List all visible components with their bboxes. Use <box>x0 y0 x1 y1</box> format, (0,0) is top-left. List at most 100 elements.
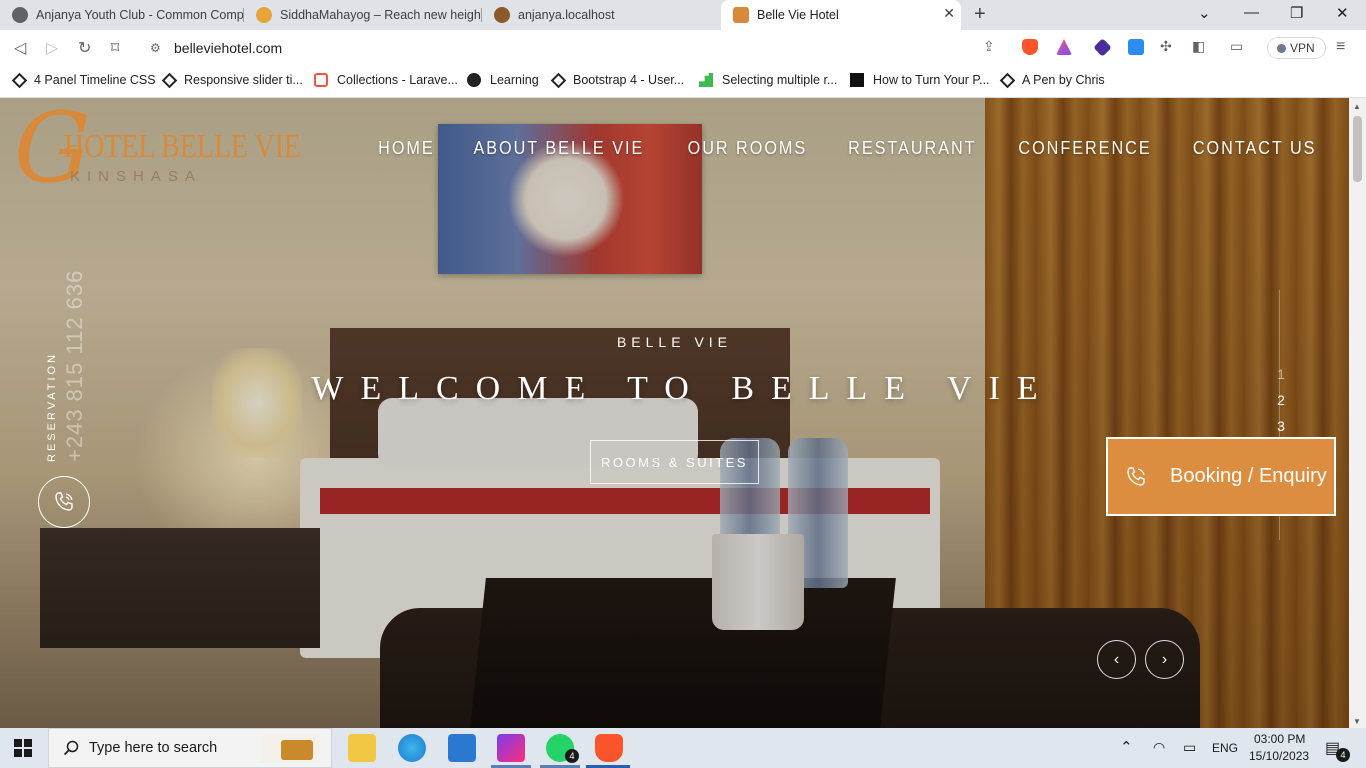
codepen-icon <box>550 72 567 88</box>
chevron-right-icon: › <box>1161 650 1168 668</box>
extensions-puzzle-icon[interactable]: ✣ <box>1160 38 1172 55</box>
menu-icon[interactable]: ≡ <box>1336 38 1345 56</box>
stackoverflow-icon <box>699 73 713 87</box>
minimize-icon[interactable]: — <box>1244 4 1259 21</box>
phpstorm-icon[interactable] <box>497 734 525 762</box>
hero-title: WELCOME TO BELLE VIE <box>311 370 1055 407</box>
tab-close-icon[interactable]: ✕ <box>943 5 955 22</box>
phone-icon <box>55 492 73 511</box>
laravel-icon <box>314 73 328 87</box>
clock-time[interactable]: 03:00 PM <box>1254 732 1305 746</box>
tab-search-chevron-icon[interactable]: ⌄ <box>1198 4 1211 22</box>
booking-label: Booking / Enquiry <box>1170 465 1327 487</box>
brave-rewards-icon[interactable] <box>1056 39 1072 55</box>
nav-conference[interactable]: CONFERENCE <box>1018 138 1151 159</box>
slider-next-button[interactable]: › <box>1145 640 1184 679</box>
scroll-down-icon[interactable]: ▼ <box>1353 717 1361 726</box>
sidebar-icon[interactable]: ◧ <box>1192 38 1205 55</box>
learning-icon <box>467 73 481 87</box>
phone-icon <box>1122 463 1150 491</box>
codepen-icon <box>161 72 178 88</box>
extension-fi-icon[interactable] <box>1128 39 1144 55</box>
medium-icon <box>850 73 864 87</box>
vpn-button[interactable]: VPN <box>1267 37 1326 59</box>
bookmark-item[interactable]: Bootstrap 4 - User... <box>550 72 684 88</box>
anjanya-icon <box>494 7 510 23</box>
tab-siddhamahayog[interactable]: SiddhaMahayog – Reach new heights <box>244 0 482 30</box>
show-hidden-icons-icon[interactable]: ⌃ <box>1120 738 1133 756</box>
bookmark-item[interactable]: A Pen by Chris <box>999 72 1105 88</box>
siddhamahayog-icon <box>256 7 272 23</box>
slider-prev-button[interactable]: ‹ <box>1097 640 1136 679</box>
bookmark-item[interactable]: Responsive slider ti... <box>161 72 303 88</box>
file-explorer-icon[interactable] <box>348 734 376 762</box>
bookmark-item[interactable]: Learning <box>467 73 539 87</box>
slide-pager: 1 2 3 <box>1274 366 1288 444</box>
logo-subtitle: KINSHASA <box>70 168 202 185</box>
reload-icon[interactable]: ↻ <box>78 38 91 58</box>
close-window-icon[interactable]: ✕ <box>1336 4 1349 22</box>
bookmark-item[interactable]: Selecting multiple r... <box>699 73 837 87</box>
nav-restaurant[interactable]: RESTAURANT <box>848 138 976 159</box>
scroll-up-icon[interactable]: ▲ <box>1353 102 1361 111</box>
taskbar-search[interactable]: Type here to search <box>48 728 332 768</box>
brave-icon[interactable] <box>595 734 623 762</box>
rooms-suites-button[interactable]: ROOMS & SUITES <box>590 440 759 484</box>
bookmark-icon[interactable]: ⌑ <box>111 38 119 58</box>
site-info-icon[interactable]: ⚙ <box>150 41 161 55</box>
wallet-icon[interactable]: ▭ <box>1230 38 1243 55</box>
page-scrollbar[interactable]: ▲ ▼ <box>1349 98 1366 728</box>
forward-icon[interactable]: ▷ <box>46 38 58 58</box>
briefcase-icon <box>281 740 313 760</box>
main-nav: HOME ABOUT BELLE VIE OUR ROOMS RESTAURAN… <box>375 138 1323 159</box>
tab-title: SiddhaMahayog – Reach new heights <box>280 8 482 22</box>
bookmarks-bar: 4 Panel Timeline CSS Responsive slider t… <box>0 66 1366 98</box>
tab-anjanya-youth-club[interactable]: Anjanya Youth Club - Common Comp <box>0 0 244 30</box>
tab-title: Belle Vie Hotel <box>757 8 839 22</box>
slide-dot-1[interactable]: 1 <box>1274 366 1288 392</box>
nav-contact[interactable]: CONTACT US <box>1193 138 1317 159</box>
tab-anjanya-localhost[interactable]: anjanya.localhost <box>482 0 720 30</box>
nav-rooms[interactable]: OUR ROOMS <box>688 138 808 159</box>
store-icon[interactable] <box>448 734 476 762</box>
tab-title: anjanya.localhost <box>518 8 615 22</box>
logo-title: HOTEL BELLE VIE <box>64 128 301 165</box>
tab-belle-vie-hotel[interactable]: Belle Vie Hotel ✕ <box>721 0 961 30</box>
nav-about[interactable]: ABOUT BELLE VIE <box>474 138 645 159</box>
search-placeholder: Type here to search <box>89 740 218 756</box>
reservation-call-button[interactable] <box>38 476 90 528</box>
bellevie-icon <box>733 7 749 23</box>
brave-shields-icon[interactable] <box>1022 39 1038 55</box>
battery-icon[interactable]: ▭ <box>1183 739 1196 756</box>
bookmark-item[interactable]: How to Turn Your P... <box>850 73 990 87</box>
back-icon[interactable]: ◁ <box>14 38 26 58</box>
hero-slider: G HOTEL BELLE VIE KINSHASA HOME ABOUT BE… <box>0 98 1349 728</box>
clock-date[interactable]: 15/10/2023 <box>1249 749 1309 763</box>
notification-count: 4 <box>1336 748 1350 762</box>
wifi-icon[interactable]: ◠ <box>1153 739 1165 756</box>
language-indicator[interactable]: ENG <box>1212 741 1238 755</box>
share-icon[interactable]: ⇪ <box>983 38 995 55</box>
chevron-left-icon: ‹ <box>1113 650 1120 668</box>
codepen-icon <box>999 72 1016 88</box>
edge-icon[interactable] <box>398 734 426 762</box>
windows-start-icon[interactable] <box>14 739 32 757</box>
tab-strip: Anjanya Youth Club - Common Comp SiddhaM… <box>0 0 1366 30</box>
bookmark-item[interactable]: 4 Panel Timeline CSS <box>11 72 156 88</box>
restore-icon[interactable]: ❐ <box>1290 4 1303 22</box>
nav-home[interactable]: HOME <box>378 138 435 159</box>
windows-taskbar: Type here to search 4 ⌃ ◠ ▭ ENG 03:00 PM… <box>0 728 1366 768</box>
whatsapp-badge: 4 <box>565 749 579 763</box>
slide-dot-2[interactable]: 2 <box>1274 392 1288 418</box>
address-input[interactable]: belleviehotel.com <box>174 40 282 56</box>
hero-kicker: BELLE VIE <box>616 334 733 350</box>
extension-diamond-icon[interactable] <box>1093 38 1112 57</box>
reservation-phone[interactable]: +243 815 112 636 <box>62 270 88 462</box>
scrollbar-thumb[interactable] <box>1353 116 1362 182</box>
toolbar: ◁ ▷ ↻ ⌑ ⚙ belleviehotel.com ⇪ ✣ ◧ ▭ VPN … <box>0 30 1366 66</box>
new-tab-icon[interactable]: + <box>974 3 986 26</box>
globe-icon <box>12 7 28 23</box>
booking-enquiry-button[interactable]: Booking / Enquiry <box>1106 437 1336 516</box>
codepen-icon <box>11 72 28 88</box>
bookmark-item[interactable]: Collections - Larave... <box>314 73 458 87</box>
